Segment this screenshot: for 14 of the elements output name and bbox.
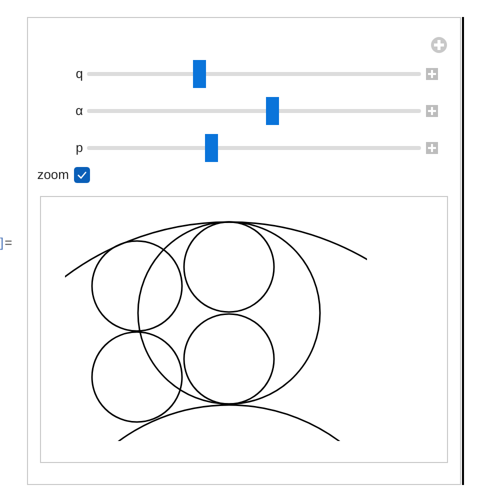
zoom-label: zoom — [36, 166, 69, 184]
slider-label: α — [74, 102, 83, 120]
cell-bracket: ] — [0, 236, 4, 249]
slider[interactable] — [87, 134, 421, 162]
slider-label: q — [74, 65, 83, 84]
slider-thumb[interactable] — [204, 134, 218, 162]
slider[interactable] — [87, 97, 421, 125]
slider-label: p — [74, 139, 83, 158]
slider-thumb[interactable] — [266, 97, 280, 125]
check-icon — [77, 171, 87, 179]
cell-equals: = — [4, 236, 12, 249]
slider[interactable] — [87, 60, 421, 88]
zoom-checkbox[interactable] — [74, 167, 90, 183]
slider-thumb[interactable] — [192, 60, 206, 88]
